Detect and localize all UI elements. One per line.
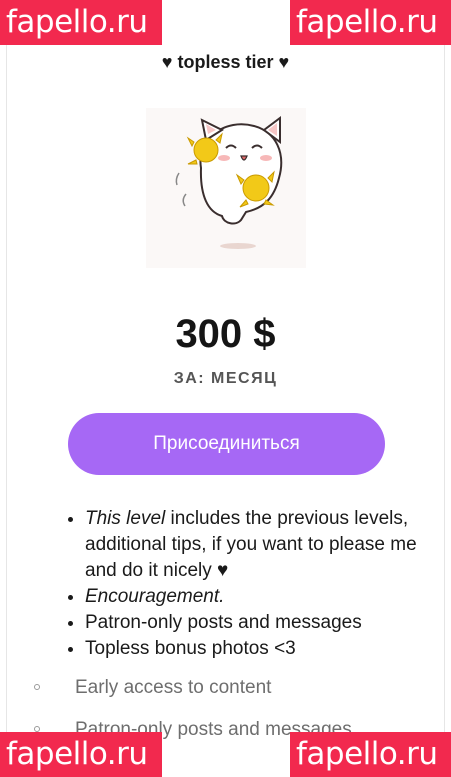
cheering-cat-illustration — [175, 116, 283, 249]
list-item: This level includes the previous levels,… — [85, 506, 435, 584]
benefits-list: This level includes the previous levels,… — [62, 506, 435, 662]
watermark-top-left: fapello.ru — [0, 0, 162, 45]
list-item: Patron-only posts and messages — [85, 610, 435, 636]
circle-bullet-icon — [34, 684, 40, 690]
watermark-bottom-left: fapello.ru — [0, 732, 162, 777]
tier-image — [146, 108, 306, 268]
billing-period: ЗА: МЕСЯЦ — [173, 370, 278, 387]
benefit-emphasis: This level — [85, 508, 166, 529]
tier-price: 300 $ — [175, 312, 276, 356]
watermark-top-right: fapello.ru — [290, 0, 451, 45]
list-item: Topless bonus photos <3 — [85, 636, 435, 662]
list-item: Encouragement. — [85, 584, 435, 610]
list-item: Early access to content — [34, 674, 434, 702]
benefit-text: Encouragement. — [85, 586, 225, 607]
tier-card-page: ♥ topless tier ♥ 300 $ ЗА: МЕСЯЦ Присоед… — [0, 0, 451, 777]
sub-benefit-text: Early access to content — [75, 677, 272, 698]
watermark-bottom-right: fapello.ru — [290, 732, 451, 777]
tier-title: ♥ topless tier ♥ — [161, 52, 290, 72]
join-button[interactable]: Присоединиться — [68, 413, 385, 475]
